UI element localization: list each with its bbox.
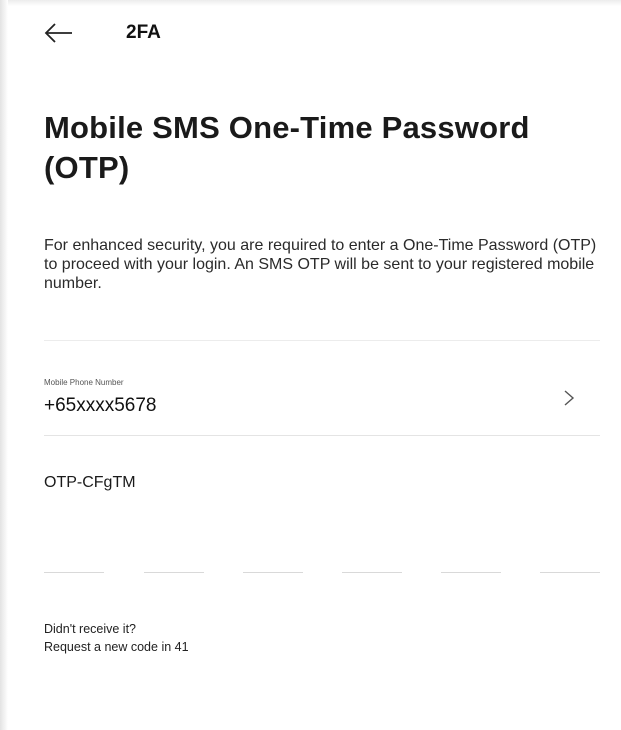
otp-input-group — [44, 554, 600, 574]
arrow-left-icon — [44, 23, 72, 43]
otp-digit-input[interactable] — [144, 554, 204, 573]
otp-digit-input[interactable] — [540, 554, 600, 573]
otp-digit-input[interactable] — [243, 554, 303, 573]
left-edge-shadow — [0, 0, 8, 730]
divider — [44, 340, 600, 341]
otp-prefix: OTP-CFgTM — [44, 474, 136, 491]
twofa-screen: 2FA Mobile SMS One-Time Password (OTP) F… — [0, 0, 621, 730]
otp-digit-input[interactable] — [342, 554, 402, 573]
chevron-right-icon — [564, 390, 575, 406]
resend-question: Didn't receive it? — [44, 622, 137, 636]
mobile-phone-row[interactable]: Mobile Phone Number +65xxxx5678 — [44, 370, 600, 430]
header-title: 2FA — [126, 22, 161, 43]
phone-value: +65xxxx5678 — [44, 395, 157, 416]
back-button[interactable] — [44, 18, 78, 48]
divider — [44, 435, 600, 436]
top-edge-shadow — [0, 0, 621, 6]
otp-digit-input[interactable] — [44, 554, 104, 573]
phone-label: Mobile Phone Number — [44, 378, 124, 387]
app-header: 2FA — [44, 18, 161, 48]
page-title: Mobile SMS One-Time Password (OTP) — [44, 110, 530, 185]
resend-info: Didn't receive it? Request a new code in… — [44, 620, 189, 656]
otp-description: For enhanced security, you are required … — [44, 237, 597, 292]
otp-digit-input[interactable] — [441, 554, 501, 573]
resend-countdown: Request a new code in 41 — [44, 640, 189, 654]
